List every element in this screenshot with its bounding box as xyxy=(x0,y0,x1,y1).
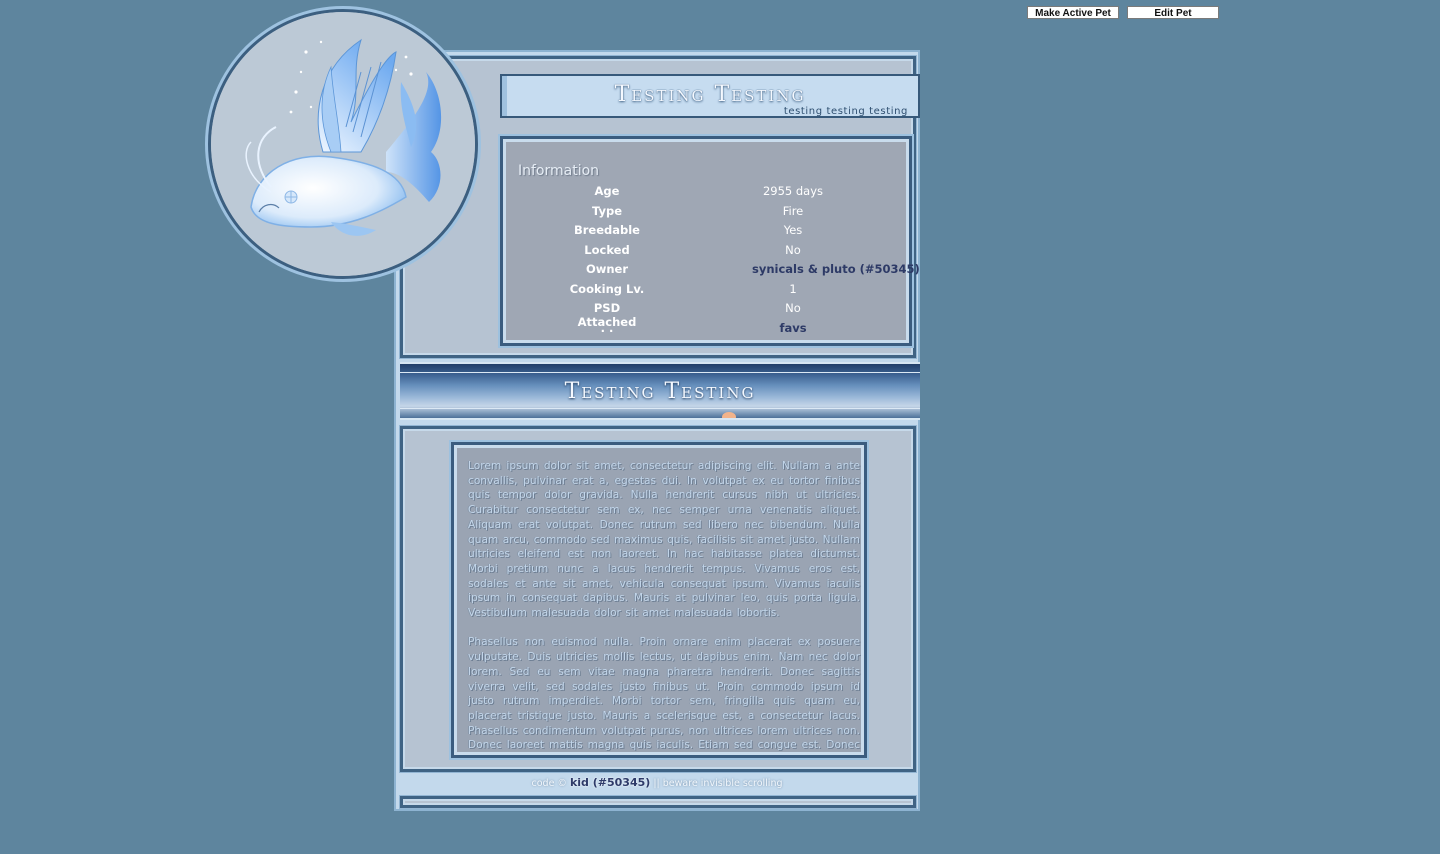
info-label: Locked xyxy=(584,242,630,257)
author-link[interactable]: kid (#50345) xyxy=(570,776,650,789)
info-label: Type xyxy=(591,203,622,218)
bottom-bar xyxy=(400,796,916,808)
info-row-type: Type Fire xyxy=(563,204,913,224)
footer-suffix: || beware invisible scrolling xyxy=(653,778,783,789)
info-row-locked: Locked No xyxy=(563,243,913,263)
info-value: Yes xyxy=(783,223,803,237)
info-value: 2955 days xyxy=(762,184,824,198)
favs-link[interactable]: favs xyxy=(752,321,834,335)
info-row-psd: PSD Attached No xyxy=(563,301,913,329)
banner-glow xyxy=(722,412,736,418)
info-row-breedable: Breedable Yes xyxy=(563,223,913,243)
information-panel: Information Age 2955 days Type Fire Bree… xyxy=(500,136,920,346)
banner-stripe xyxy=(400,372,920,373)
info-value: Fire xyxy=(782,203,804,218)
description-paragraph: Lorem ipsum dolor sit amet, consectetur … xyxy=(468,460,860,620)
page-subtitle: testing testing testing xyxy=(783,106,908,117)
info-value: No xyxy=(785,242,801,257)
description-text: Lorem ipsum dolor sit amet, consectetur … xyxy=(468,459,860,755)
info-label: Breedable xyxy=(573,223,640,237)
footer-prefix: code © xyxy=(531,778,567,789)
pet-avatar xyxy=(208,9,478,279)
description-paragraph: Phasellus non euismod nulla. Proin ornar… xyxy=(468,636,860,755)
info-row-age: Age 2955 days xyxy=(563,184,913,204)
title-header: Testing Testing testing testing testing xyxy=(500,74,920,118)
make-active-pet-button[interactable]: Make Active Pet xyxy=(1027,6,1119,19)
owner-link[interactable]: synicals & pluto (#50345) xyxy=(752,262,920,276)
info-label: Age xyxy=(594,184,620,198)
info-label: Cooking Lv. xyxy=(569,281,645,296)
banner-title: Testing Testing xyxy=(564,379,756,404)
info-row-favs: . . favs xyxy=(563,321,913,341)
info-table: Age 2955 days Type Fire Breedable Yes Lo… xyxy=(563,184,920,341)
info-label: . . xyxy=(600,320,614,335)
info-row-cooking-level: Cooking Lv. 1 xyxy=(563,282,913,302)
edit-pet-button[interactable]: Edit Pet xyxy=(1127,6,1219,19)
info-row-owner: Owner synicals & pluto (#50345) xyxy=(563,262,920,282)
footer-credit: code © kid (#50345) || beware invisible … xyxy=(396,776,918,789)
info-label: Owner xyxy=(585,262,629,276)
info-value: 1 xyxy=(789,281,797,296)
description-box[interactable]: Lorem ipsum dolor sit amet, consectetur … xyxy=(451,442,867,758)
section-banner: Testing Testing xyxy=(400,362,920,420)
banner-stripe xyxy=(400,408,920,409)
information-heading: Information xyxy=(518,163,600,179)
page-title: Testing Testing xyxy=(614,82,806,107)
winged-koi-pet-image xyxy=(211,12,475,276)
info-value: No xyxy=(785,301,801,315)
